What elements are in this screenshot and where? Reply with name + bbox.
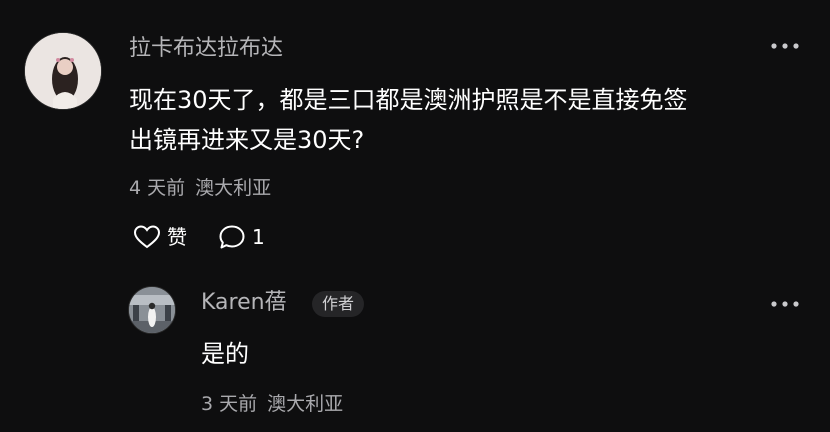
comment-bubble-icon [219, 225, 245, 249]
avatar-image [25, 33, 101, 109]
reply-button[interactable]: 1 [218, 224, 265, 250]
comment-text-line-2: 出镜再进来又是30天? [129, 126, 365, 154]
comment-author[interactable]: 拉卡布达拉布达 [129, 38, 283, 60]
reply-location: 澳大利亚 [267, 393, 344, 415]
reply-text: 是的 [201, 340, 249, 368]
reply-meta: 3 天前 澳大利亚 [201, 395, 343, 414]
reply-author[interactable]: Karen蓓 [201, 292, 287, 314]
like-label: 赞 [167, 225, 187, 249]
comment-time: 4 天前 [129, 177, 186, 199]
reply-avatar[interactable] [128, 286, 176, 334]
reply-avatar-image [129, 287, 175, 333]
comment-meta: 4 天前 澳大利亚 [129, 179, 271, 198]
comment-text-line-1: 现在30天了，都是三口都是澳洲护照是不是直接免签 [129, 86, 688, 114]
comment-location: 澳大利亚 [195, 177, 272, 199]
reply-count: 1 [252, 225, 265, 249]
author-badge: 作者 [312, 291, 365, 317]
like-button[interactable]: 赞 [133, 224, 187, 250]
reply-time: 3 天前 [201, 393, 258, 415]
heart-icon [133, 225, 161, 249]
avatar[interactable] [24, 32, 102, 110]
more-horizontal-icon[interactable] [770, 42, 800, 50]
reply-more-horizontal-icon[interactable] [770, 300, 800, 308]
